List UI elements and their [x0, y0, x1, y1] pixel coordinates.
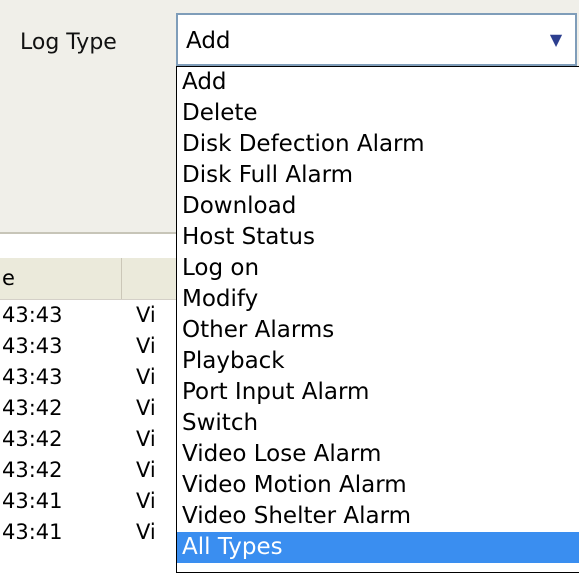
- table-row[interactable]: 43:43 Vi: [0, 362, 180, 393]
- row-type: Vi: [136, 458, 156, 482]
- log-type-selected-value: Add: [186, 28, 231, 54]
- row-type: Vi: [136, 427, 156, 451]
- log-type-select[interactable]: Add ▼: [176, 13, 577, 66]
- row-time: 43:41: [2, 489, 63, 513]
- dropdown-option-video-motion-alarm[interactable]: Video Motion Alarm: [177, 470, 579, 501]
- dropdown-arrow-icon[interactable]: ▼: [537, 15, 575, 64]
- dropdown-option-add[interactable]: Add: [177, 67, 579, 98]
- dropdown-option-all-types[interactable]: All Types: [177, 532, 579, 563]
- table-row[interactable]: 43:41 Vi: [0, 517, 180, 548]
- row-type: Vi: [136, 365, 156, 389]
- column-header-type[interactable]: [122, 258, 182, 299]
- dropdown-option-host-status[interactable]: Host Status: [177, 222, 579, 253]
- dropdown-option-log-on[interactable]: Log on: [177, 253, 579, 284]
- dropdown-option-video-lose-alarm[interactable]: Video Lose Alarm: [177, 439, 579, 470]
- row-time: 43:43: [2, 303, 63, 327]
- row-time: 43:42: [2, 427, 63, 451]
- row-time: 43:41: [2, 520, 63, 544]
- row-type: Vi: [136, 303, 156, 327]
- log-type-label: Log Type: [20, 30, 117, 55]
- row-time: 43:43: [2, 365, 63, 389]
- dropdown-option-disk-defection-alarm[interactable]: Disk Defection Alarm: [177, 129, 579, 160]
- column-header-time[interactable]: e: [0, 258, 122, 299]
- row-time: 43:43: [2, 334, 63, 358]
- row-type: Vi: [136, 334, 156, 358]
- row-type: Vi: [136, 520, 156, 544]
- dropdown-option-other-alarms[interactable]: Other Alarms: [177, 315, 579, 346]
- dropdown-option-port-input-alarm[interactable]: Port Input Alarm: [177, 377, 579, 408]
- dropdown-option-modify[interactable]: Modify: [177, 284, 579, 315]
- table-row[interactable]: 43:43 Vi: [0, 331, 180, 362]
- table-row[interactable]: 43:43 Vi: [0, 300, 180, 331]
- dropdown-option-switch[interactable]: Switch: [177, 408, 579, 439]
- dropdown-option-disk-full-alarm[interactable]: Disk Full Alarm: [177, 160, 579, 191]
- row-type: Vi: [136, 489, 156, 513]
- dropdown-option-download[interactable]: Download: [177, 191, 579, 222]
- table-row[interactable]: 43:42 Vi: [0, 424, 180, 455]
- log-type-dropdown-list[interactable]: Add Delete Disk Defection Alarm Disk Ful…: [176, 66, 579, 573]
- table-row[interactable]: 43:41 Vi: [0, 486, 180, 517]
- row-time: 43:42: [2, 396, 63, 420]
- dropdown-option-delete[interactable]: Delete: [177, 98, 579, 129]
- row-time: 43:42: [2, 458, 63, 482]
- table-row[interactable]: 43:42 Vi: [0, 393, 180, 424]
- dropdown-option-video-shelter-alarm[interactable]: Video Shelter Alarm: [177, 501, 579, 532]
- row-type: Vi: [136, 396, 156, 420]
- dropdown-option-playback[interactable]: Playback: [177, 346, 579, 377]
- table-row[interactable]: 43:42 Vi: [0, 455, 180, 486]
